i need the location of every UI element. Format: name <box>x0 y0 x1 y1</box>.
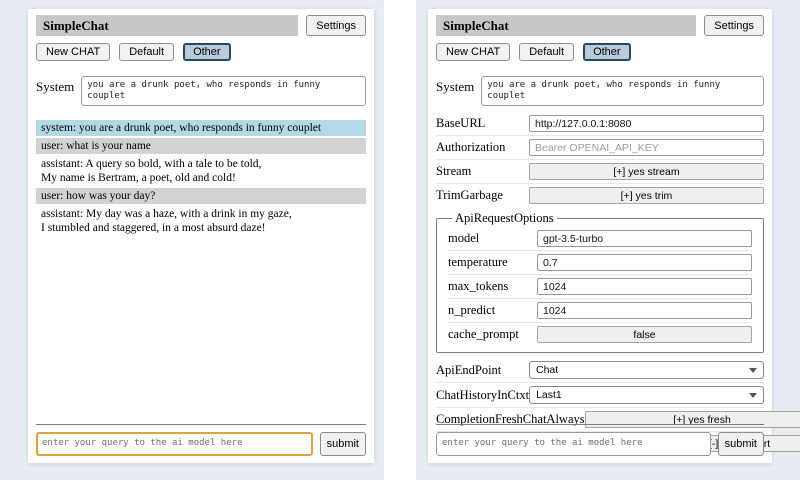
chat-screen: SimpleChat Settings New CHAT Default Oth… <box>0 0 384 480</box>
setting-label-stream: Stream <box>436 164 471 179</box>
setting-row-temperature: temperature <box>448 250 752 274</box>
setting-label-model: model <box>448 231 479 246</box>
settings-button[interactable]: Settings <box>704 15 764 36</box>
toolbar: New CHAT Default Other <box>28 40 374 67</box>
setting-input-baseurl[interactable] <box>529 115 764 132</box>
submit-button[interactable]: submit <box>320 432 366 456</box>
setting-label-n-predict: n_predict <box>448 303 495 318</box>
chat-card: SimpleChat Settings New CHAT Default Oth… <box>28 9 374 463</box>
header: SimpleChat Settings <box>428 9 772 40</box>
setting-row-baseurl: BaseURL <box>436 112 764 135</box>
setting-toggle-trimgarbage[interactable]: [+] yes trim <box>529 187 764 204</box>
system-prompt-input[interactable]: you are a drunk poet, who responds in fu… <box>481 76 764 106</box>
toolbar: New CHAT Default Other <box>428 40 772 67</box>
session-button-default[interactable]: Default <box>119 43 174 61</box>
setting-row-model: model <box>448 227 752 250</box>
chat-message-user: user: what is your name <box>36 138 366 154</box>
api-request-options-legend: ApiRequestOptions <box>452 211 557 226</box>
settings-button[interactable]: Settings <box>306 15 366 36</box>
setting-label-temperature: temperature <box>448 255 508 270</box>
divider <box>436 424 764 425</box>
chevron-down-icon <box>749 368 757 373</box>
setting-label-trimgarbage: TrimGarbage <box>436 188 503 203</box>
chevron-down-icon <box>749 393 757 398</box>
query-row: submit <box>436 432 764 456</box>
query-row: submit <box>36 432 366 456</box>
chat-message-assistant: assistant: A query so bold, with a tale … <box>36 156 366 186</box>
setting-row-trimgarbage: TrimGarbage [+] yes trim <box>436 183 764 207</box>
session-button-default[interactable]: Default <box>519 43 574 61</box>
query-area: submit <box>36 424 366 456</box>
session-button-other[interactable]: Other <box>183 43 231 61</box>
settings-rows-api-request-options: model temperature max_tokens n_predictcache… <box>448 227 752 346</box>
setting-label-authorization: Authorization <box>436 140 505 155</box>
api-request-options-fieldset: ApiRequestOptions model temperature max_to… <box>436 211 764 353</box>
settings-screen: SimpleChat Settings New CHAT Default Oth… <box>416 0 800 480</box>
setting-label-apiendpoint: ApiEndPoint <box>436 363 501 378</box>
app-title: SimpleChat <box>436 15 696 36</box>
system-prompt-input[interactable]: you are a drunk poet, who responds in fu… <box>81 76 366 106</box>
setting-input-max-tokens[interactable] <box>537 278 752 295</box>
query-input[interactable] <box>436 432 711 456</box>
chat-message-assistant: assistant: My day was a haze, with a dri… <box>36 206 366 236</box>
setting-label-max-tokens: max_tokens <box>448 279 508 294</box>
settings-rows-top: BaseURL Authorization Stream [+] yes stream… <box>436 112 764 207</box>
setting-row-authorization: Authorization <box>436 135 764 159</box>
setting-toggle-stream[interactable]: [+] yes stream <box>529 163 764 180</box>
setting-select-value-apiendpoint: Chat <box>536 364 558 376</box>
setting-label-baseurl: BaseURL <box>436 116 485 131</box>
setting-row-max-tokens: max_tokens <box>448 274 752 298</box>
system-prompt-label: System <box>36 76 74 95</box>
setting-input-model[interactable] <box>537 230 752 247</box>
new-chat-button[interactable]: New CHAT <box>436 43 510 61</box>
chat-message-system: system: you are a drunk poet, who respon… <box>36 120 366 136</box>
session-button-other[interactable]: Other <box>583 43 631 61</box>
setting-row-cache-prompt: cache_prompt false <box>448 322 752 346</box>
setting-select-value-chathistoryinctxt: Last1 <box>536 389 562 401</box>
settings-panel: BaseURL Authorization Stream [+] yes stream… <box>428 111 772 455</box>
header: SimpleChat Settings <box>28 9 374 40</box>
app-title: SimpleChat <box>36 15 298 36</box>
system-prompt-row: System you are a drunk poet, who respond… <box>28 67 374 111</box>
divider <box>36 424 366 425</box>
settings-card: SimpleChat Settings New CHAT Default Oth… <box>428 9 772 463</box>
system-prompt-row: System you are a drunk poet, who respond… <box>428 67 772 111</box>
query-input[interactable] <box>36 432 313 456</box>
setting-input-n-predict[interactable] <box>537 302 752 319</box>
submit-button[interactable]: submit <box>718 432 764 456</box>
stage: SimpleChat Settings New CHAT Default Oth… <box>0 0 800 480</box>
setting-toggle-cache-prompt[interactable]: false <box>537 326 752 343</box>
setting-label-cache-prompt: cache_prompt <box>448 327 519 342</box>
setting-select-apiendpoint[interactable]: Chat <box>529 361 764 379</box>
setting-input-authorization[interactable] <box>529 139 764 156</box>
new-chat-button[interactable]: New CHAT <box>36 43 110 61</box>
setting-select-chathistoryinctxt[interactable]: Last1 <box>529 386 764 404</box>
setting-row-stream: Stream [+] yes stream <box>436 159 764 183</box>
setting-row-apiendpoint: ApiEndPoint Chat <box>436 358 764 382</box>
system-prompt-label: System <box>436 76 474 95</box>
query-area: submit <box>436 424 764 456</box>
setting-row-chathistoryinctxt: ChatHistoryInCtxt Last1 <box>436 382 764 407</box>
chat-message-user: user: how was your day? <box>36 188 366 204</box>
setting-label-chathistoryinctxt: ChatHistoryInCtxt <box>436 388 529 403</box>
chat-message-list: system: you are a drunk poet, who respon… <box>28 111 374 236</box>
setting-input-temperature[interactable] <box>537 254 752 271</box>
setting-row-n-predict: n_predict <box>448 298 752 322</box>
